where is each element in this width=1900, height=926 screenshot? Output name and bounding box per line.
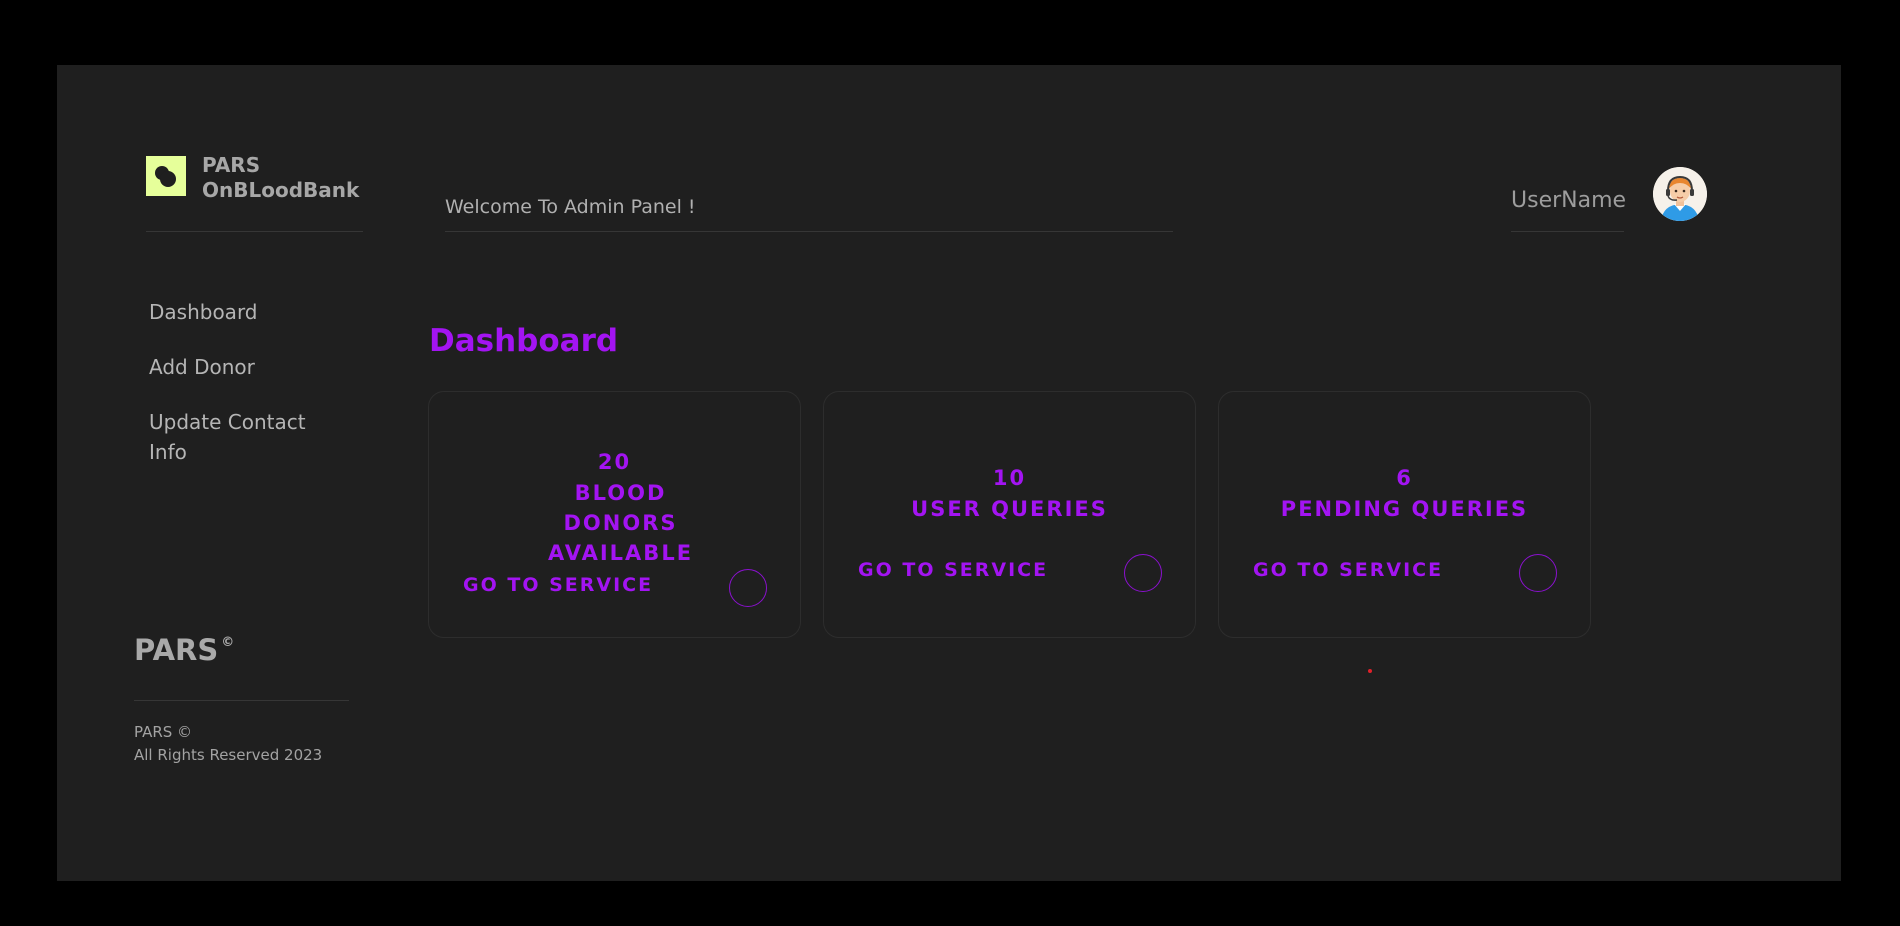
card-title: PENDING QUERIES <box>1280 497 1529 521</box>
page-title: Dashboard <box>429 323 619 359</box>
card-value: 20 <box>597 450 632 474</box>
go-to-service-link[interactable]: GO TO SERVICE <box>463 574 653 596</box>
sidebar-nav: Dashboard Add Donor Update Contact Info <box>149 297 349 492</box>
sidebar-item-dashboard[interactable]: Dashboard <box>149 297 349 327</box>
card-pending-queries: 6 PENDING QUERIES GO TO SERVICE <box>1218 391 1591 638</box>
sidebar-item-update-contact-info[interactable]: Update Contact Info <box>149 407 349 467</box>
card-title: USER QUERIES <box>911 497 1108 521</box>
go-to-service-circle[interactable] <box>1519 554 1557 592</box>
go-to-service-circle[interactable] <box>729 569 767 607</box>
card-blood-donors: 20 BLOOD DONORS AVAILABLE GO TO SERVICE <box>428 391 801 638</box>
footer-brand-name: PARS <box>134 633 219 667</box>
indicator-dot <box>1368 669 1372 673</box>
logo-text: PARS OnBLoodBank <box>202 153 359 203</box>
app-panel: PARS OnBLoodBank Dashboard Add Donor Upd… <box>57 65 1841 881</box>
avatar[interactable] <box>1653 167 1707 221</box>
card-value: 6 <box>1396 466 1413 490</box>
footer-brand: PARS © <box>134 633 234 667</box>
logo-line-2: OnBLoodBank <box>202 178 360 202</box>
go-to-service-link[interactable]: GO TO SERVICE <box>858 559 1048 581</box>
logo-line-1: PARS <box>202 153 261 177</box>
app-logo[interactable]: PARS OnBLoodBank <box>146 153 359 203</box>
footer-line-1: PARS © <box>134 723 193 741</box>
sidebar-divider <box>146 231 363 232</box>
go-to-service-link[interactable]: GO TO SERVICE <box>1253 559 1443 581</box>
footer-text: PARS © All Rights Reserved 2023 <box>134 721 322 767</box>
username-label[interactable]: UserName <box>1511 177 1626 232</box>
card-user-queries: 10 USER QUERIES GO TO SERVICE <box>823 391 1196 638</box>
copyright-mark: © <box>221 635 235 650</box>
go-to-service-circle[interactable] <box>1124 554 1162 592</box>
sidebar-item-add-donor[interactable]: Add Donor <box>149 352 349 382</box>
logo-icon <box>146 156 186 196</box>
card-value: 10 <box>992 466 1027 490</box>
footer-divider <box>134 700 349 701</box>
avatar-icon <box>1653 167 1707 221</box>
card-title: BLOOD DONORS AVAILABLE <box>547 481 694 565</box>
footer-line-2: All Rights Reserved 2023 <box>134 746 323 764</box>
welcome-text: Welcome To Admin Panel ! <box>445 183 1173 232</box>
